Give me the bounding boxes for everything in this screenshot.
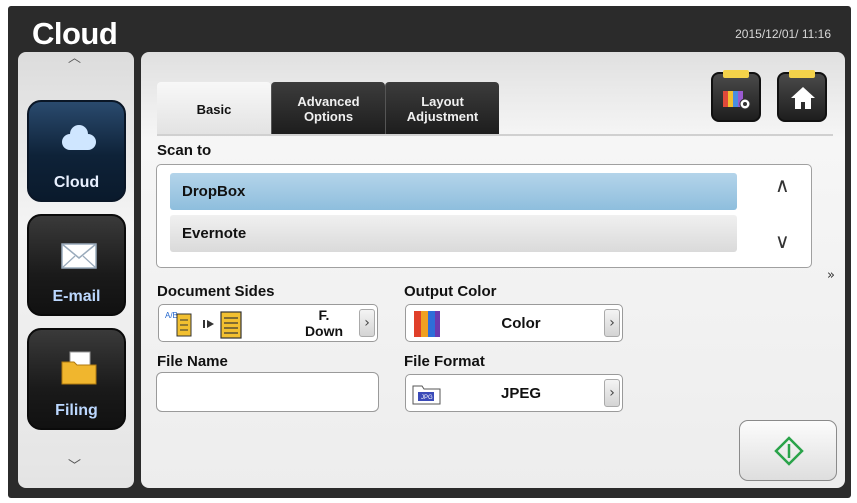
- start-scan-button[interactable]: [739, 420, 837, 481]
- scan-to-label: Scan to: [157, 142, 212, 159]
- list-scroll-down-icon[interactable]: ∨: [775, 229, 790, 253]
- cloud-icon: [62, 125, 96, 150]
- tab-bar: Basic Advanced Options Layout Adjustment: [157, 82, 499, 136]
- sidebar-item-email[interactable]: E-mail: [27, 214, 126, 316]
- file-name-input[interactable]: [156, 372, 379, 412]
- output-color-label: Output Color: [404, 283, 497, 300]
- sidebar-item-filing[interactable]: Filing: [27, 328, 126, 430]
- datetime-display: 2015/12/01/ 11:16: [735, 27, 831, 41]
- sidebar-item-label: Cloud: [53, 174, 100, 191]
- sidebar-scroll-up-icon[interactable]: ︿: [68, 52, 81, 65]
- chevron-right-icon: ›: [359, 309, 375, 337]
- document-sides-value: F. Down: [299, 307, 349, 339]
- document-sides-label: Document Sides: [157, 283, 275, 300]
- start-icon: [774, 436, 804, 466]
- envelope-icon: [61, 243, 97, 269]
- document-sides-selector[interactable]: A/B F. Down ›: [158, 304, 378, 342]
- list-scroll-up-icon[interactable]: ∧: [775, 173, 790, 197]
- home-icon: [791, 87, 815, 109]
- sidebar-item-cloud[interactable]: Cloud: [27, 100, 126, 202]
- file-format-value: JPEG: [500, 385, 542, 402]
- svg-text:JPG: JPG: [421, 395, 433, 401]
- button-tag: [789, 70, 815, 78]
- output-color-selector[interactable]: Color ›: [405, 304, 623, 342]
- home-button[interactable]: [777, 70, 827, 122]
- button-tag: [723, 70, 749, 78]
- scan-profile-icon: [723, 91, 751, 110]
- sidebar: ︿ Cloud E-mail Filing ﹀: [18, 52, 134, 488]
- file-name-label: File Name: [157, 353, 228, 370]
- sidebar-item-label: Filing: [55, 402, 98, 419]
- file-format-label: File Format: [404, 353, 485, 370]
- duplex-scan-icon: A/B: [165, 311, 242, 339]
- color-mode-icon: [414, 311, 440, 337]
- document-sides-value-line1: F.: [318, 307, 330, 323]
- tab-layout-adjustment[interactable]: Layout Adjustment: [385, 82, 499, 136]
- settings-panel: Basic Advanced Options Layout Adjustment…: [141, 52, 845, 488]
- tab-divider: [157, 134, 833, 136]
- file-format-selector[interactable]: JPG JPEG ›: [405, 374, 623, 412]
- more-options-icon[interactable]: »: [827, 268, 835, 283]
- list-item-dropbox[interactable]: DropBox: [170, 173, 737, 210]
- list-item-evernote[interactable]: Evernote: [170, 215, 737, 252]
- tab-advanced-options[interactable]: Advanced Options: [271, 82, 385, 136]
- output-color-value: Color: [501, 315, 541, 332]
- tab-basic[interactable]: Basic: [157, 82, 271, 136]
- scan-profile-button[interactable]: [711, 70, 761, 122]
- svg-text:A/B: A/B: [165, 311, 178, 320]
- chevron-right-icon: ›: [604, 379, 620, 407]
- sidebar-item-label: E-mail: [52, 288, 101, 305]
- file-format-icon: JPG: [412, 385, 441, 405]
- folder-icon: [61, 351, 97, 385]
- document-sides-value-line2: Down: [304, 323, 344, 339]
- scan-destination-list: DropBox Evernote ∧ ∨: [156, 164, 812, 268]
- sidebar-scroll-down-icon[interactable]: ﹀: [68, 460, 81, 473]
- chevron-right-icon: ›: [604, 309, 620, 337]
- app-title: Cloud: [32, 16, 118, 51]
